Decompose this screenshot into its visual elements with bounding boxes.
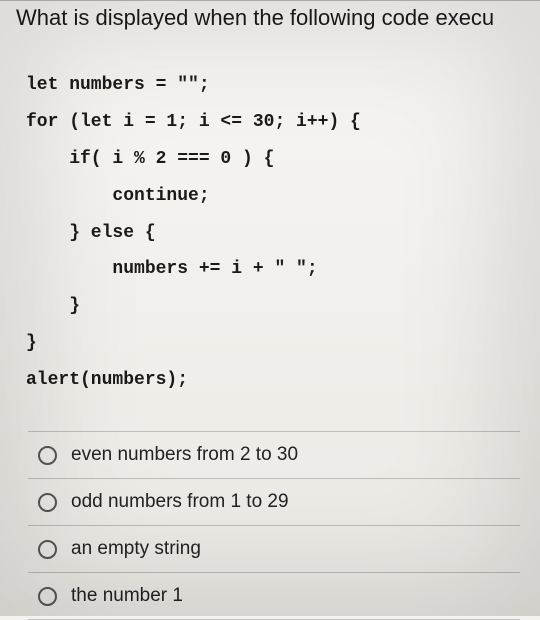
- radio-icon: [38, 587, 57, 606]
- radio-icon: [38, 493, 57, 512]
- code-line: if( i % 2 === 0 ) {: [26, 141, 540, 178]
- code-line: }: [26, 288, 540, 325]
- quiz-page: What is displayed when the following cod…: [0, 0, 540, 616]
- answer-label: an empty string: [71, 538, 201, 560]
- code-block: let numbers = ""; for (let i = 1; i <= 3…: [0, 31, 540, 419]
- code-line: let numbers = "";: [26, 67, 540, 104]
- answer-label: even numbers from 2 to 30: [71, 444, 298, 466]
- answer-option-2[interactable]: odd numbers from 1 to 29: [28, 479, 520, 526]
- answer-label: the number 1: [71, 585, 183, 607]
- answer-option-4[interactable]: the number 1: [28, 573, 520, 620]
- answer-option-1[interactable]: even numbers from 2 to 30: [28, 432, 520, 479]
- code-line: alert(numbers);: [26, 362, 540, 399]
- answer-list: even numbers from 2 to 30 odd numbers fr…: [28, 431, 520, 620]
- code-line: }: [26, 325, 540, 362]
- code-line: } else {: [26, 215, 540, 252]
- radio-icon: [38, 446, 57, 465]
- code-line: continue;: [26, 178, 540, 215]
- code-line: for (let i = 1; i <= 30; i++) {: [26, 104, 540, 141]
- question-text: What is displayed when the following cod…: [0, 0, 540, 31]
- answer-option-3[interactable]: an empty string: [28, 526, 520, 573]
- radio-icon: [38, 540, 57, 559]
- code-line: numbers += i + " ";: [26, 251, 540, 288]
- answer-label: odd numbers from 1 to 29: [71, 491, 289, 513]
